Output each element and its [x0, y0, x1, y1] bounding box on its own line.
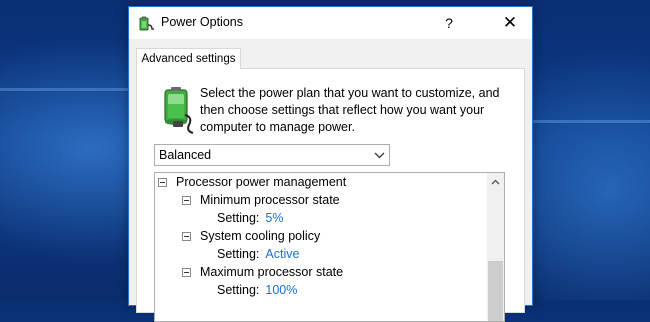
scroll-up-button[interactable]: [487, 173, 504, 190]
tab-advanced-settings[interactable]: Advanced settings: [136, 48, 241, 69]
battery-plug-icon: [164, 87, 194, 134]
tree-scrollbar[interactable]: [487, 173, 504, 321]
collapse-icon[interactable]: [182, 195, 191, 205]
tree-item-minimum-processor-state[interactable]: Minimum processor state: [182, 191, 340, 209]
close-button[interactable]: ✕: [487, 7, 533, 39]
setting-label: Setting:: [217, 247, 260, 261]
setting-label: Setting:: [217, 211, 260, 225]
power-plan-select-value: Balanced: [159, 148, 212, 162]
collapse-icon[interactable]: [158, 177, 167, 187]
tree-item-label: Maximum processor state: [200, 265, 344, 279]
setting-row-minimum-processor-state[interactable]: Setting: 5%: [217, 209, 283, 227]
tree-item-system-cooling-policy[interactable]: System cooling policy: [182, 227, 320, 245]
tree-group-label: Processor power management: [176, 175, 347, 189]
setting-row-system-cooling-policy[interactable]: Setting: Active: [217, 245, 299, 263]
collapse-icon[interactable]: [182, 231, 191, 241]
power-options-dialog: Power Options ? ✕ Advanced settings Sele…: [128, 6, 533, 322]
setting-value-link[interactable]: 100%: [265, 283, 297, 297]
chevron-down-icon: [374, 152, 385, 159]
power-plan-select[interactable]: Balanced: [154, 144, 390, 166]
collapse-icon[interactable]: [182, 267, 191, 277]
tree-item-maximum-processor-state[interactable]: Maximum processor state: [182, 263, 343, 281]
tree-item-label: System cooling policy: [200, 229, 321, 243]
window-title: Power Options: [161, 15, 243, 29]
help-button[interactable]: ?: [429, 7, 469, 39]
setting-value-link[interactable]: Active: [265, 247, 299, 261]
setting-label: Setting:: [217, 283, 260, 297]
scroll-thumb[interactable]: [488, 261, 503, 321]
setting-value-link[interactable]: 5%: [265, 211, 283, 225]
power-options-icon: [139, 16, 154, 31]
wallpaper-light-streak: [0, 88, 128, 91]
setting-row-maximum-processor-state[interactable]: Setting: 100%: [217, 281, 297, 299]
wallpaper-light-streak: [533, 120, 650, 123]
advanced-settings-panel: Select the power plan that you want to c…: [136, 68, 525, 322]
title-bar[interactable]: Power Options ? ✕: [129, 7, 532, 39]
intro-text: Select the power plan that you want to c…: [200, 86, 500, 134]
scroll-up-arrow-icon: [491, 179, 500, 184]
tree-item-label: Minimum processor state: [200, 193, 340, 207]
tree-group-processor-power-management[interactable]: Processor power management: [158, 173, 346, 191]
